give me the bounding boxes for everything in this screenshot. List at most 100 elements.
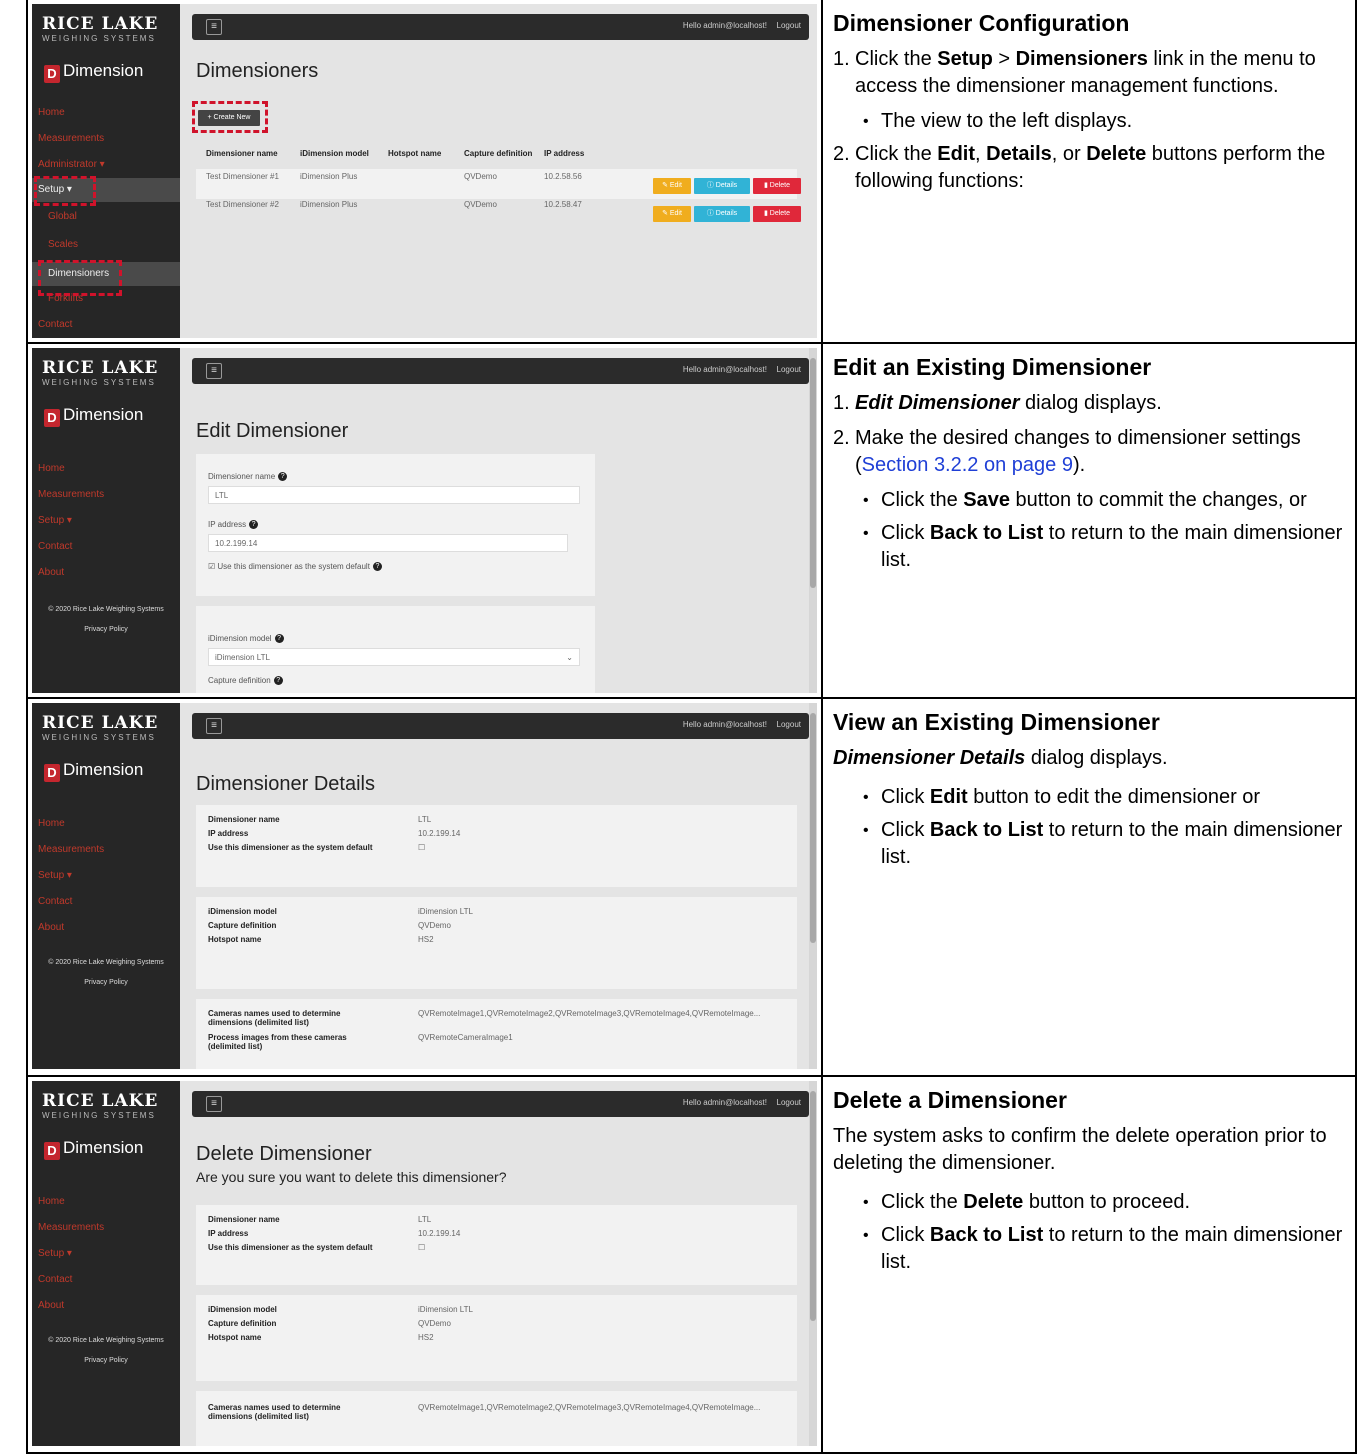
dimension-logo-icon: D [44,1142,60,1160]
detail-value: QVRemoteImage1,QVRemoteImage2,QVRemoteIm… [418,1009,761,1018]
detail-key: iDimension model [208,907,277,916]
instructions-cell: Delete a Dimensioner The system asks to … [825,1077,1355,1452]
logout-link[interactable]: Logout [777,365,801,374]
nav-contact[interactable]: Contact [32,893,180,911]
dimension-logo: D Dimension [44,1138,143,1160]
nav-setup[interactable]: Setup ▾ [32,1245,180,1263]
dimensioner-name-input[interactable]: LTL [208,486,580,504]
nav-measurements[interactable]: Measurements [32,130,180,148]
nav-about[interactable]: About [32,919,180,937]
step-2: 2. Make the desired changes to dimensione… [833,427,1301,476]
nav-contact[interactable]: Contact [32,1271,180,1289]
cell-name: Test Dimensioner #2 [206,199,279,209]
setup-highlight [34,176,96,206]
model-select[interactable]: iDimension LTL ⌄ [208,648,580,666]
details-button[interactable]: ⓘ Details [694,206,750,222]
create-new-highlight [192,101,268,133]
detail-value: QVDemo [418,921,451,930]
ip-address-input[interactable]: 10.2.199.14 [208,534,568,552]
nav-contact[interactable]: Contact [32,316,180,334]
detail-value: ☐ [418,843,426,852]
field-label: iDimension model? [208,634,284,643]
detail-value: LTL [418,815,432,824]
edit-button[interactable]: ✎ Edit [653,178,691,194]
nav-setup[interactable]: Setup ▾ [32,867,180,885]
dimension-logo: D Dimension [44,405,143,427]
logout-link[interactable]: Logout [777,21,801,30]
col-ip: IP address [544,148,585,158]
help-icon[interactable]: ? [372,562,382,571]
cell-capture: QVDemo [464,171,497,181]
privacy-link[interactable]: Privacy Policy [32,626,180,633]
delete-button[interactable]: ▮ Delete [753,178,801,194]
help-icon[interactable]: ? [273,676,283,685]
screenshot-details: RICE LAKE WEIGHING SYSTEMS D Dimension Ho… [32,703,817,1069]
detail-key: Hotspot name [208,935,262,944]
section-heading: Edit an Existing Dimensioner [833,354,1152,380]
bullet: Click the Save button to commit the chan… [833,487,1345,514]
nav-contact[interactable]: Contact [32,538,180,556]
scrollbar-thumb[interactable] [810,713,816,943]
nav-about[interactable]: About [32,1297,180,1315]
instructions-cell: Edit an Existing Dimensioner 1. Edit Dime… [825,344,1355,697]
menu-icon[interactable]: ≡ [206,363,222,379]
nav-home[interactable]: Home [32,1193,180,1211]
rice-lake-logo: RICE LAKE [42,1091,159,1111]
col-hotspot: Hotspot name [388,148,442,158]
dimension-logo: D Dimension [44,61,143,83]
details-list: Dimensioner name LTL IP address 10.2.199.1… [208,1081,798,1446]
privacy-link[interactable]: Privacy Policy [32,979,180,986]
document-table: RICE LAKE WEIGHING SYSTEMS D Dimension Ho… [26,0,1357,1454]
detail-key: Process images from these cameras (delim… [208,1033,347,1051]
cell-ip: 10.2.58.56 [544,171,582,181]
detail-key: iDimension model [208,1305,277,1314]
nav-about[interactable]: About [32,564,180,582]
menu-icon[interactable]: ≡ [206,19,222,35]
table-row: Test Dimensioner #1 iDimension Plus QVDe… [202,162,602,190]
instructions-cell: View an Existing Dimensioner Dimensioner… [825,699,1355,1075]
help-icon[interactable]: ? [278,472,288,481]
default-checkbox-row[interactable]: ☑ Use this dimensioner as the system def… [208,562,382,571]
nav-scales[interactable]: Scales [32,236,180,254]
scrollbar-thumb[interactable] [810,358,816,588]
page-title: Edit Dimensioner [196,420,349,442]
detail-value: HS2 [418,935,434,944]
scrollbar[interactable] [809,348,817,693]
nav-measurements[interactable]: Measurements [32,841,180,859]
screenshot-edit: RICE LAKE WEIGHING SYSTEMS D Dimension Ho… [32,348,817,693]
bullet: Click Back to List to return to the main… [833,817,1345,871]
help-icon[interactable]: ? [274,634,284,643]
detail-key: IP address [208,829,249,838]
detail-key: Use this dimensioner as the system defau… [208,1243,373,1252]
detail-value: iDimension LTL [418,907,473,916]
privacy-link[interactable]: Privacy Policy [32,1357,180,1364]
nav-measurements[interactable]: Measurements [32,1219,180,1237]
sidebar: RICE LAKE WEIGHING SYSTEMS D Dimension Ho… [32,348,180,693]
nav-home[interactable]: Home [32,460,180,478]
section-link[interactable]: Section 3.2.2 on page 9 [862,454,1073,476]
step-2: 2. Click the Edit, Details, or Delete but… [833,143,1326,192]
table-header: Dimensioner name iDimension model Hotspo… [202,144,602,162]
help-icon[interactable]: ? [249,520,259,529]
rice-lake-logo: RICE LAKE [42,713,159,733]
cell-model: iDimension Plus [300,199,358,209]
nav-setup[interactable]: Setup ▾ [32,512,180,530]
scrollbar-thumb[interactable] [810,1091,816,1321]
dimensioner-table: Dimensioner name iDimension model Hotspo… [202,144,602,218]
scrollbar[interactable] [809,703,817,1069]
details-button[interactable]: ⓘ Details [694,178,750,194]
bullet: The view to the left displays. [833,108,1345,135]
nav-home[interactable]: Home [32,104,180,122]
scrollbar[interactable] [809,1081,817,1446]
field-label: Dimensioner name? [208,472,288,481]
nav-global[interactable]: Global [32,208,180,226]
step-1: 1. Edit Dimensioner dialog displays. [833,392,1162,414]
col-model: iDimension model [300,148,369,158]
edit-button[interactable]: ✎ Edit [653,206,691,222]
nav-home[interactable]: Home [32,815,180,833]
delete-button[interactable]: ▮ Delete [753,206,801,222]
intro-text: The system asks to confirm the delete op… [833,1125,1327,1174]
nav-measurements[interactable]: Measurements [32,486,180,504]
detail-key: IP address [208,1229,249,1238]
nav-administrator[interactable]: Administrator ▾ [32,156,180,174]
